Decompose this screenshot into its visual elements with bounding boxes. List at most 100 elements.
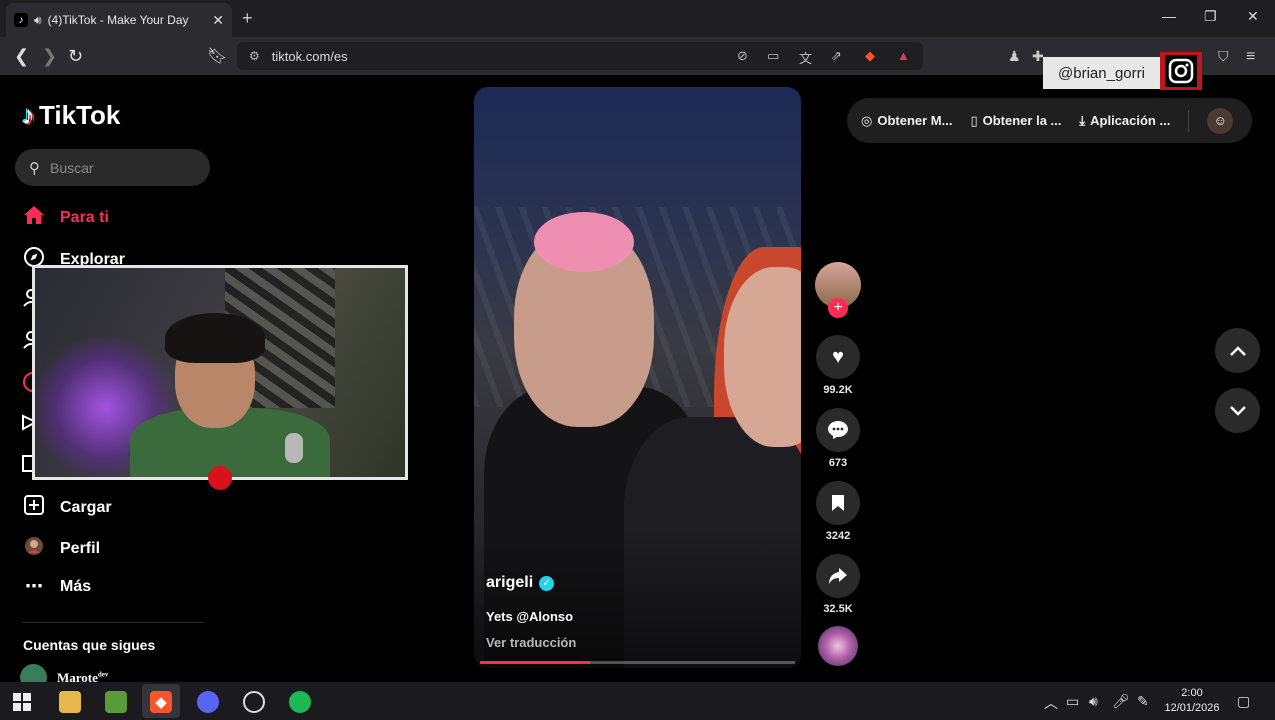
profile-avatar-icon [22,535,46,562]
heart-icon[interactable]: ♥ [816,335,860,379]
forward-icon[interactable]: ❯ [42,46,57,67]
new-tab-button[interactable]: + [242,8,253,29]
chevron-up-icon [1229,345,1246,356]
sidebar-item-mas[interactable]: ⋯ Más [22,576,91,597]
sidebar-item-para-ti[interactable]: Para ti [22,205,109,230]
tiktok-favicon-icon: ♪ [14,13,28,27]
clock-time: 2:00 [1181,687,1203,699]
brand-name: TikTok [39,100,121,130]
save-count: 3242 [825,530,851,542]
tab-title: (4)TikTok - Make Your Day [47,13,189,27]
brave-rewards-icon[interactable]: ▲ [897,48,910,63]
spotify-icon[interactable] [289,691,311,713]
address-bar[interactable]: ⚙ tiktok.com/es ⊘ ▭ 文 ⇗ ◆ ▲ [237,42,923,70]
pill-divider [1188,109,1190,132]
speaker-icon: 🔊︎ [34,12,42,27]
share-icon[interactable] [816,554,860,598]
microphone-icon[interactable]: 🎤︎ [1112,693,1130,710]
get-coins-button[interactable]: ◎ Obtener M... [861,113,952,129]
file-explorer-icon[interactable] [59,691,81,713]
instagram-logo-frame [1160,52,1202,90]
clock-date: 12/01/2026 [1164,702,1220,714]
comment-icon[interactable] [816,408,860,452]
share-action[interactable]: 32.5K [816,554,860,615]
upload-icon [22,494,46,521]
extension-icon[interactable]: ♟ [1008,48,1021,65]
tiktok-note-icon: ♪ [22,100,35,130]
home-icon [22,205,46,230]
pen-icon[interactable]: ✎ [1137,693,1149,710]
menu-icon[interactable]: ≡ [1246,48,1255,66]
tiktok-logo[interactable]: ♪ TikTok [22,100,120,131]
windows-start-icon[interactable] [11,691,33,713]
video-progress-fill [480,661,591,664]
get-coins-label: Obtener M... [877,113,953,128]
get-app-button[interactable]: ▯ Obtener la ... [970,113,1061,129]
search-input[interactable] [50,159,190,176]
system-clock[interactable]: 2:00 12/01/2026 [1160,686,1224,716]
translate-icon[interactable]: 文 [799,48,812,67]
sidebar-item-perfil[interactable]: Perfil [22,535,100,562]
chevron-down-icon [1229,405,1246,416]
recording-dot-icon [208,466,232,490]
notifications-icon[interactable]: ▢ [1237,693,1250,710]
maximize-button[interactable]: ❐ [1204,8,1217,25]
user-avatar[interactable]: ☺ [1207,107,1234,134]
sidebar-item-label: Perfil [60,539,101,557]
share-icon[interactable]: ⇗ [831,48,842,64]
puzzle-extensions-icon[interactable]: ✚ [1032,48,1044,65]
translate-link[interactable]: Ver traducción [486,635,576,650]
save-action[interactable]: 3242 [816,481,860,542]
like-count: 99.2K [823,384,853,396]
video-author[interactable]: arigeli ✓ [486,574,555,592]
bookmark-icon[interactable] [816,481,860,525]
previous-video-button[interactable] [1215,328,1260,373]
video-progress-bar[interactable] [480,661,795,664]
back-icon[interactable]: ❮ [14,46,29,67]
desktop-app-label: Aplicación ... [1090,113,1171,128]
music-disc-icon[interactable] [818,626,858,666]
video-player[interactable]: arigeli ✓ Yets @Alonso Ver traducción [474,87,801,668]
comment-action[interactable]: 673 [816,408,860,469]
following-section-title: Cuentas que sigues [23,637,156,653]
close-window-button[interactable]: ✕ [1247,8,1259,25]
desktop-app-button[interactable]: ⤓ Aplicación ... [1079,113,1170,129]
follow-plus-icon[interactable]: + [828,298,848,318]
share-count: 32.5K [823,603,853,615]
windows-taskbar: ◆ ︿ ▭ 🔊︎ 🎤︎ ✎ 2:00 12/01/2026 ▢ [0,682,1275,720]
vpn-shield-icon[interactable]: ⛉ [1218,48,1229,65]
site-info-icon[interactable]: ⚙ [249,49,260,63]
sidebar-item-label: Para ti [60,208,109,226]
get-app-label: Obtener la ... [982,113,1062,128]
network-icon[interactable]: ▭ [1066,693,1079,710]
like-action[interactable]: ♥ 99.2K [816,335,860,396]
author-name: arigeli [486,574,534,591]
reload-icon[interactable]: ↻ [68,46,83,67]
download-icon: ⤓ [1079,112,1086,128]
instagram-handle-overlay: @brian_gorri [1043,57,1160,89]
volume-icon[interactable]: 🔊︎ [1089,693,1098,710]
next-video-button[interactable] [1215,388,1260,433]
minimize-button[interactable]: — [1162,8,1176,24]
obs-icon[interactable] [243,691,265,713]
camera-off-icon[interactable]: ⊘ [737,48,748,64]
sidebar-item-label: Más [60,577,92,595]
bookmark-icon[interactable]: 🔖︎ [207,46,227,66]
search-box[interactable]: ⚲ [15,149,210,186]
webcam-overlay [32,265,408,480]
verified-icon: ✓ [539,575,555,591]
tab-close-button[interactable]: ✕ [212,12,224,29]
brave-shields-icon[interactable]: ◆ [865,48,875,64]
more-icon: ⋯ [25,576,43,596]
tray-chevron-up-icon[interactable]: ︿ [1044,693,1058,713]
browser-tab[interactable]: ♪ 🔊︎ (4)TikTok - Make Your Day ✕ [6,3,232,37]
discord-icon[interactable] [197,691,219,713]
video-caption: Yets @Alonso [486,609,574,624]
brave-browser-icon[interactable]: ◆ [150,691,172,713]
comment-count: 673 [828,457,848,469]
sidebar-item-cargar[interactable]: Cargar [22,494,112,521]
cast-icon[interactable]: ▭ [767,48,779,64]
minecraft-icon[interactable] [105,691,127,713]
streamer-hair [165,313,265,363]
url-text: tiktok.com/es [271,48,348,64]
